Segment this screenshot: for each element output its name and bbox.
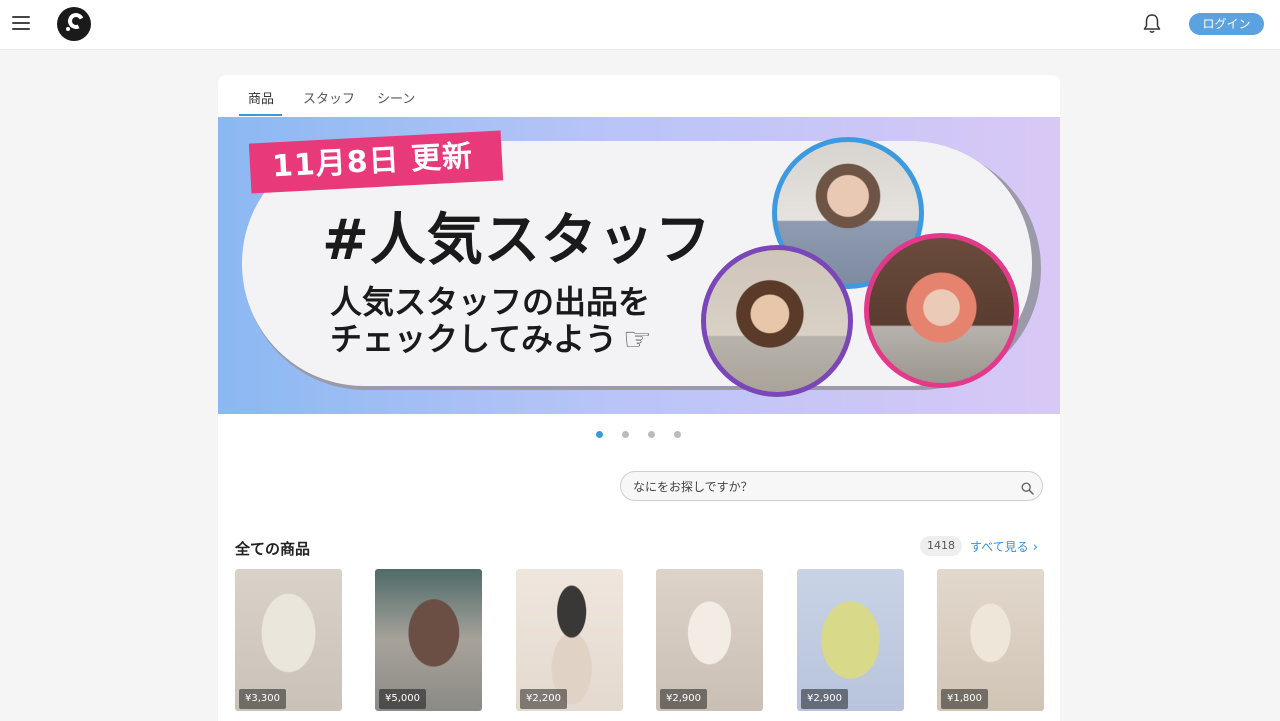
- search-box: [620, 471, 1043, 501]
- hamburger-menu-icon[interactable]: [12, 16, 30, 30]
- staff-photo-2: [701, 245, 853, 397]
- price-tag: ¥1,800: [941, 689, 988, 709]
- product-grid: ¥3,300 ¥5,000 ¥2,200 ¥2,900 ¥2,900 ¥1,80…: [235, 569, 1045, 711]
- bell-icon[interactable]: [1142, 13, 1162, 35]
- banner-headline: #人気スタッフ: [322, 208, 712, 273]
- price-tag: ¥3,300: [239, 689, 286, 709]
- price-tag: ¥2,900: [801, 689, 848, 709]
- price-tag: ¥2,900: [660, 689, 707, 709]
- brand-logo[interactable]: [57, 7, 91, 41]
- product-card[interactable]: ¥3,300: [235, 569, 342, 711]
- chevron-right-icon: ›: [1032, 540, 1038, 555]
- search-input[interactable]: [633, 478, 1003, 496]
- product-card[interactable]: ¥5,000: [375, 569, 482, 711]
- banner-subline-2: チェックしてみよう ☞: [330, 314, 652, 360]
- carousel-dot-2[interactable]: [622, 431, 629, 438]
- see-all-link[interactable]: すべて見る ›: [970, 538, 1038, 555]
- tab-scene[interactable]: シーン: [377, 88, 415, 107]
- item-count-badge: 1418: [920, 536, 962, 556]
- see-all-label: すべて見る: [970, 540, 1029, 554]
- tab-staff[interactable]: スタッフ: [303, 88, 355, 107]
- tab-products[interactable]: 商品: [248, 88, 274, 107]
- tab-bar: 商品 スタッフ シーン: [218, 75, 1060, 117]
- carousel-dots: [596, 431, 686, 439]
- banner-subline-2-text: チェックしてみよう: [330, 320, 618, 358]
- staff-photo-3: [864, 233, 1019, 388]
- pointing-hand-icon: ☞: [623, 320, 652, 358]
- carousel-dot-3[interactable]: [648, 431, 655, 438]
- login-button[interactable]: ログイン: [1189, 13, 1264, 35]
- search-icon[interactable]: [1021, 480, 1034, 495]
- price-tag: ¥2,200: [520, 689, 567, 709]
- product-card[interactable]: ¥2,900: [797, 569, 904, 711]
- promo-banner[interactable]: 11月8日 更新 #人気スタッフ 人気スタッフの出品を チェックしてみよう ☞: [218, 117, 1060, 414]
- carousel-dot-4[interactable]: [674, 431, 681, 438]
- content-card: 商品 スタッフ シーン 11月8日 更新 #人気スタッフ 人気スタッフの出品を …: [218, 75, 1060, 721]
- product-card[interactable]: ¥1,800: [937, 569, 1044, 711]
- top-header: ログイン: [0, 0, 1280, 50]
- active-tab-indicator: [239, 114, 282, 116]
- product-card[interactable]: ¥2,200: [516, 569, 623, 711]
- section-title: 全ての商品: [235, 540, 311, 558]
- price-tag: ¥5,000: [379, 689, 426, 709]
- carousel-dot-1[interactable]: [596, 431, 603, 438]
- product-card[interactable]: ¥2,900: [656, 569, 763, 711]
